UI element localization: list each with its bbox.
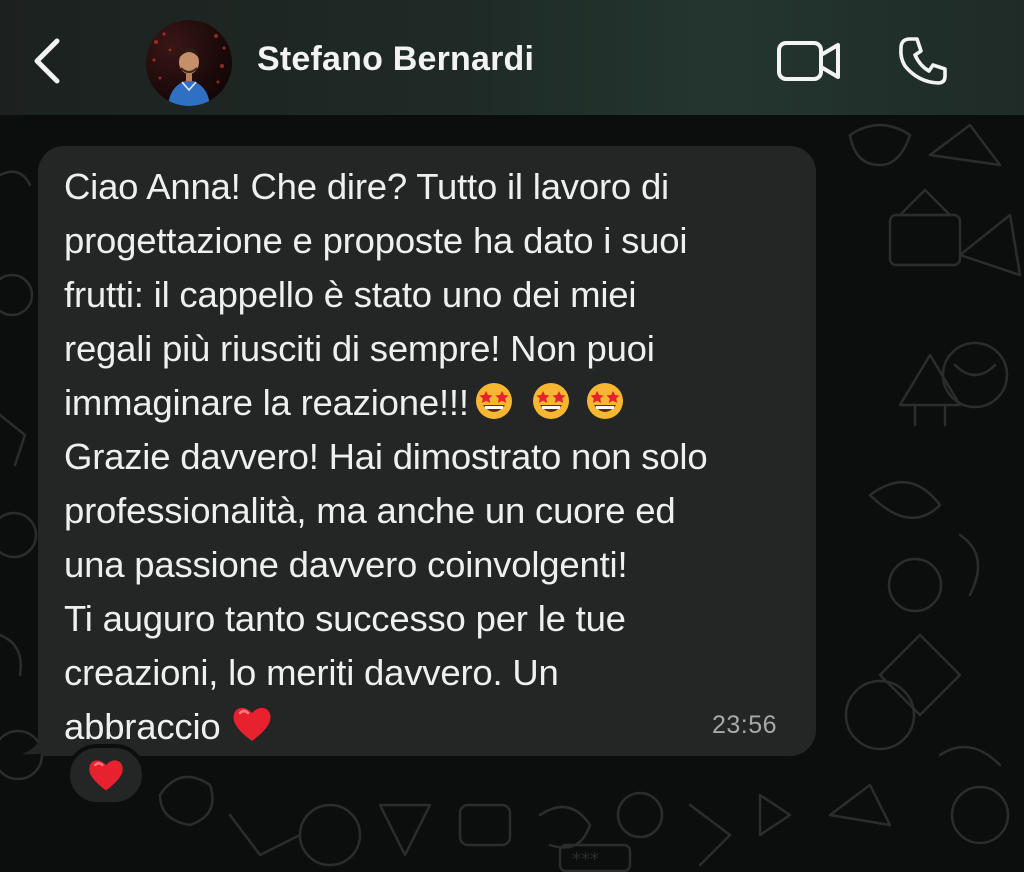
- highlighted-text-part: immaginare la reazione!!!: [64, 382, 469, 423]
- message-text: Ciao Anna! Che dire? Tutto il lavoro di …: [64, 160, 812, 754]
- highlighted-text: il cappello è stato uno dei miei: [153, 274, 637, 317]
- star-struck-emoji: [577, 381, 631, 436]
- red-heart-emoji: [230, 703, 274, 760]
- star-struck-emoji: [523, 381, 577, 436]
- svg-text:***: ***: [572, 849, 599, 870]
- video-call-button[interactable]: [776, 38, 842, 84]
- message-line: professionalità, ma anche un cuore ed: [64, 490, 676, 531]
- message-line-part: frutti:: [64, 274, 154, 315]
- message-line: regali più riusciti di sempre! Non puoi: [64, 322, 812, 376]
- message-line: frutti: il cappello è stato uno dei miei: [64, 268, 812, 322]
- message-line-part: abbraccio: [64, 706, 231, 747]
- voice-call-button[interactable]: [896, 34, 950, 88]
- star-struck-emoji: [469, 381, 523, 436]
- reaction-badge[interactable]: [66, 744, 146, 806]
- chat-header: Stefano Bernardi: [0, 0, 1024, 115]
- chevron-left-icon: [34, 38, 60, 84]
- message-line: una passione davvero coinvolgenti!: [64, 544, 628, 585]
- phone-icon: [899, 37, 947, 85]
- red-heart-emoji: [89, 760, 123, 791]
- message-timestamp: 23:56: [712, 711, 778, 739]
- highlighted-text: regali più riusciti di sempre! Non puoi: [64, 328, 655, 371]
- chat-screen: *** Stefano Bernardi Ciao Anna! Che dire…: [0, 0, 1024, 872]
- contact-photo: [152, 32, 226, 106]
- highlighted-text: immaginare la reazione!!!: [64, 382, 631, 425]
- message-line: Ti auguro tanto successo per le tue: [64, 598, 626, 639]
- message-line: Grazie davvero! Hai dimostrato non solo: [64, 436, 708, 477]
- contact-name[interactable]: Stefano Bernardi: [257, 40, 534, 79]
- video-camera-icon: [777, 41, 840, 81]
- message-line: abbraccio: [64, 700, 812, 754]
- message-line: creazioni, lo meriti davvero. Un: [64, 652, 559, 693]
- message-line: Ciao Anna! Che dire? Tutto il lavoro di: [64, 166, 669, 207]
- avatar[interactable]: [146, 20, 232, 106]
- back-button[interactable]: [22, 30, 72, 92]
- message-line: progettazione e proposte ha dato i suoi: [64, 220, 688, 261]
- message-line: immaginare la reazione!!!: [64, 376, 812, 430]
